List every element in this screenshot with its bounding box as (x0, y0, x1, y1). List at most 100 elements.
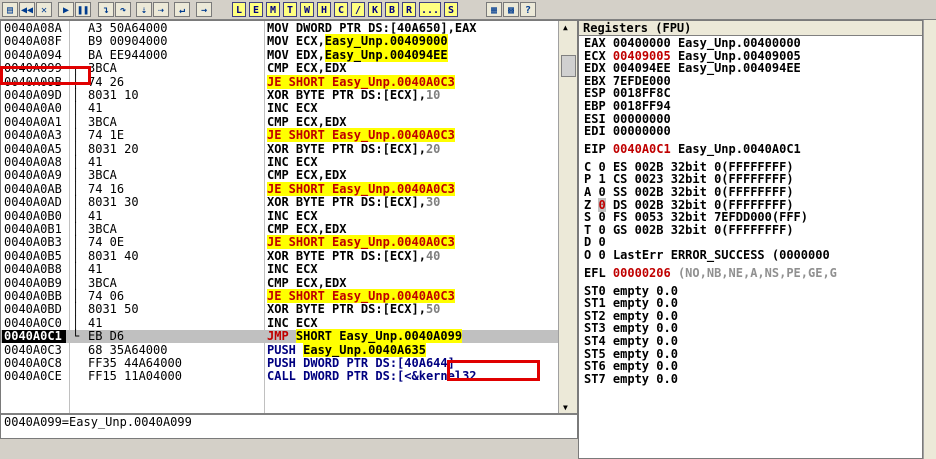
toolbar-window-button[interactable]: B (385, 2, 399, 17)
disassembly-token: 30 (425, 195, 441, 210)
instruction-row[interactable]: 0040A0AB │ 74 16 JE SHORT Easy_Unp.0040A0C3 (1, 181, 561, 196)
instruction-row[interactable]: 0040A0B1 │ 3BCA CMP ECX,EDX (1, 223, 561, 236)
hex-dump-cell: 8031 30 (88, 195, 139, 210)
disassembly-token: 40 (425, 248, 441, 263)
address-cell: 0040A09D (4, 88, 62, 102)
instruction-row[interactable]: 0040A094 BA EE944000 MOV EDX,Easy_Unp.0040… (1, 47, 561, 62)
help-icon[interactable]: ? (520, 2, 536, 17)
jump-arrow: └ (72, 329, 80, 344)
instruction-row[interactable]: 0040A0B3 │ 74 0E JE SHORT Easy_Unp.0040A0C3 (1, 235, 561, 250)
disassembly-token: PUSH (267, 342, 304, 357)
jump-arrow: │ (72, 248, 80, 263)
disassembly-token: 20 (425, 141, 441, 156)
toolbar-window-button[interactable]: H (317, 2, 331, 17)
restart-icon[interactable]: ◀◀ (19, 2, 35, 17)
jump-arrow: │ (72, 235, 80, 250)
register-edi[interactable]: EDI 00000000 (584, 125, 671, 138)
hex-dump-cell: 41 (88, 155, 103, 169)
registers-scrollbar[interactable] (923, 20, 936, 459)
run-icon[interactable]: ▶ (58, 2, 74, 17)
disassembly-token: MOV EDX, (267, 47, 325, 62)
address-cell: 0040A0BB (4, 289, 62, 303)
toolbar-window-button[interactable]: L (232, 2, 246, 17)
instruction-row[interactable]: 0040A0C0 │ 41 INC ECX (1, 315, 561, 330)
toolbar-window-button[interactable]: S (444, 2, 458, 17)
instruction-row[interactable]: 0040A0B8 │ 41 INC ECX (1, 263, 561, 276)
disassembly-cell: XOR BYTE PTR DS:[ECX],40 (267, 248, 441, 263)
jump-arrow: │ (72, 168, 80, 183)
disassembly-token: INC ECX (267, 315, 318, 330)
windows-icon[interactable]: ▦ (486, 2, 502, 17)
instruction-row[interactable]: 0040A0B0 │ 41 INC ECX (1, 208, 561, 223)
instruction-row[interactable]: 0040A0BB │ 74 06 JE SHORT Easy_Unp.0040A0C3 (1, 289, 561, 303)
pause-icon[interactable]: ❚❚ (75, 2, 91, 17)
hex-dump-cell: 3BCA (88, 114, 117, 129)
trace-into-icon[interactable]: ⇣ (136, 2, 152, 17)
step-over-icon[interactable]: ↷ (115, 2, 131, 17)
flag-t[interactable]: T 0 GS 002B 32bit 0(FFFFFFFF) (584, 223, 794, 237)
scroll-up-arrow-icon[interactable]: ▲ (563, 23, 568, 32)
instruction-row[interactable]: 0040A0A1 │ 3BCA CMP ECX,EDX (1, 114, 561, 129)
hex-dump-cell: 3BCA (88, 275, 117, 290)
close-icon[interactable]: ✕ (36, 2, 52, 17)
toolbar-window-button[interactable]: T (283, 2, 297, 17)
selected-instruction-row[interactable]: 0040A0C1 └ EB D6 JMP SHORT Easy_Unp.0040A09… (1, 329, 561, 344)
address-cell: 0040A0BD (4, 302, 62, 317)
disassembly-cell: JE SHORT Easy_Unp.0040A0C3 (267, 128, 455, 143)
instruction-row[interactable]: 0040A0A8 │ 41 INC ECX (1, 156, 561, 169)
instruction-row[interactable]: 0040A09D │ 8031 10 XOR BYTE PTR DS:[ECX],10 (1, 89, 561, 102)
disassembly-cell: JE SHORT Easy_Unp.0040A0C3 (267, 289, 455, 303)
register-efl[interactable]: EFL 00000206 (NO,NB,NE,A,NS,PE,GE,G (584, 266, 837, 280)
toolbar-window-button[interactable]: W (300, 2, 314, 17)
register-eip[interactable]: EIP 0040A0C1 Easy_Unp.0040A0C1 (584, 142, 801, 156)
disassembly-token: XOR BYTE PTR DS:[ECX], (267, 248, 426, 263)
open-icon[interactable]: ▤ (2, 2, 18, 17)
instruction-row[interactable]: 0040A0A3 │ 74 1E JE SHORT Easy_Unp.0040A0C3 (1, 128, 561, 143)
scroll-down-arrow-icon[interactable]: ▼ (563, 403, 568, 412)
goto-icon[interactable]: → (196, 2, 212, 17)
instruction-row[interactable]: 0040A0AD │ 8031 30 XOR BYTE PTR DS:[ECX],30 (1, 196, 561, 209)
toolbar-window-button[interactable]: M (266, 2, 280, 17)
hex-dump-cell: 8031 50 (88, 302, 139, 317)
address-cell: 0040A0B1 (4, 222, 62, 236)
toolbar-window-button[interactable]: / (351, 2, 365, 17)
flag-o[interactable]: O 0 LastErr ERROR_SUCCESS (0000000 (584, 249, 830, 262)
toolbar-window-button[interactable]: K (368, 2, 382, 17)
disassembly-cell: CALL DWORD PTR DS:[<&kernel32 (267, 370, 477, 383)
registers-pane[interactable]: Registers (FPU) EAX 00400000 Easy_Unp.00… (578, 20, 923, 459)
instruction-row[interactable]: 0040A0A5 │ 8031 20 XOR BYTE PTR DS:[ECX],20 (1, 141, 561, 156)
disassembly-cell: JE SHORT Easy_Unp.0040A0C3 (267, 74, 455, 89)
instruction-row[interactable]: 0040A0B9 │ 3BCA CMP ECX,EDX (1, 275, 561, 290)
toolbar-window-button[interactable]: R (402, 2, 416, 17)
fpu-st7[interactable]: ST7 empty 0.0 (584, 372, 678, 386)
registers-title: Registers (FPU) (579, 21, 922, 36)
register-value: 00000000 (612, 124, 671, 139)
toolbar-window-button[interactable]: E (249, 2, 263, 17)
disassembly-token: INC ECX (267, 208, 318, 223)
scroll-thumb[interactable] (561, 55, 576, 77)
disassembly-cell: MOV EDX,Easy_Unp.004094EE (267, 47, 448, 62)
jump-arrow: │ (72, 114, 80, 129)
toolbar-window-button[interactable]: C (334, 2, 348, 17)
info-pane: 0040A099=Easy_Unp.0040A099 (1, 413, 577, 438)
disassembly-scrollbar[interactable]: ▲ ▼ (558, 21, 577, 419)
instruction-row[interactable]: 0040A08A A3 50A64000 MOV DWORD PTR DS:[40A… (1, 22, 561, 35)
trace-over-icon[interactable]: ⇢ (153, 2, 169, 17)
instruction-row[interactable]: 0040A0B5 │ 8031 40 XOR BYTE PTR DS:[ECX],40 (1, 248, 561, 263)
address-cell: 0040A0A8 (4, 155, 62, 169)
instruction-row[interactable]: 0040A0A0 │ 41 INC ECX (1, 102, 561, 115)
options-icon[interactable]: ▩ (503, 2, 519, 17)
step-into-icon[interactable]: ↴ (98, 2, 114, 17)
instruction-row[interactable]: 0040A0A9 │ 3BCA CMP ECX,EDX (1, 169, 561, 182)
instruction-row[interactable]: 0040A08F B9 00904000 MOV ECX,Easy_Unp.0040… (1, 34, 561, 49)
address-cell: 0040A0B3 (4, 235, 62, 250)
disassembly-token: SHORT Easy_Unp. (295, 329, 405, 344)
register-comment: Easy_Unp.004094EE (677, 61, 801, 76)
toolbar-window-button[interactable]: ... (419, 2, 441, 17)
disassembly-cell: JE SHORT Easy_Unp.0040A0C3 (267, 181, 455, 196)
address-cell: 0040A0A1 (4, 114, 62, 129)
instruction-row[interactable]: 0040A0BD │ 8031 50 XOR BYTE PTR DS:[ECX],50 (1, 303, 561, 316)
instruction-row[interactable]: 0040A0C3 68 35A64000 PUSH Easy_Unp.0040A63… (1, 342, 561, 357)
execute-till-return-icon[interactable]: ↵ (174, 2, 190, 17)
hex-dump-cell: 41 (88, 208, 103, 223)
